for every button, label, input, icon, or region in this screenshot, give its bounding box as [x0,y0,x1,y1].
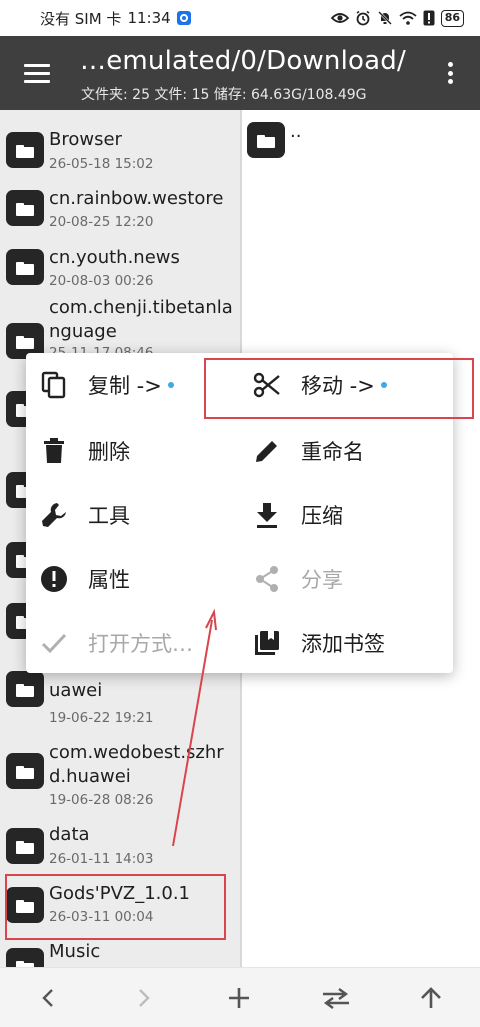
pencil-icon [251,435,283,467]
folder-icon [6,948,44,967]
check-icon [38,627,70,659]
menu-label: 复制 -> [88,374,162,398]
menu-label: 重命名 [301,440,364,464]
wrench-icon [38,499,70,531]
menu-label: 分享 [301,568,343,592]
menu-item-rename[interactable]: 重命名 [251,419,364,483]
share-icon [251,563,283,595]
file-list-item[interactable]: Music [0,936,240,967]
file-list-item[interactable]: Browser 26-05-18 15:02 [0,120,240,176]
selected-item-highlight [5,874,226,940]
menu-item-open-with[interactable]: 打开方式… [38,611,193,675]
file-name: cn.youth.news [49,247,180,268]
file-list-item[interactable]: com.wedobest.szhrd.huawei 19-06-28 08:26 [0,738,240,812]
status-bar: 没有 SIM 卡 11:34 86 [0,0,480,36]
file-name: com.wedobest.szhrd.huawei [49,742,224,787]
menu-label: 属性 [88,568,130,592]
folder-icon [6,671,44,707]
menu-item-tools[interactable]: 工具 [38,483,130,547]
menu-icon[interactable] [24,64,50,84]
parent-folder-item[interactable]: .. [246,120,476,164]
download-icon [251,499,283,531]
file-date: 20-08-03 00:26 [49,273,154,289]
info-alert-icon [38,563,70,595]
trash-icon [38,435,70,467]
app-bar: …emulated/0/Download/ 文件夹: 25 文件: 15 储存:… [0,36,480,110]
menu-item-share[interactable]: 分享 [251,547,343,611]
battery-indicator: 86 [440,9,464,27]
file-date: 26-05-18 15:02 [49,156,154,172]
swap-icon[interactable] [318,980,354,1016]
folder-icon [6,190,44,226]
file-name: .. [290,121,302,142]
carrier-text: 没有 SIM 卡 [40,9,122,28]
storage-summary: 文件夹: 25 文件: 15 储存: 64.63G/108.49G [81,87,367,103]
path-title: …emulated/0/Download/ [80,46,406,76]
mute-bell-icon [377,11,392,25]
file-list-item[interactable]: cn.rainbow.westore 20-08-25 12:20 [0,178,240,234]
menu-label: 打开方式… [88,632,193,656]
alarm-icon [356,10,370,26]
file-date: 26-01-11 14:03 [49,851,154,867]
folder-icon [6,132,44,168]
eye-icon [330,13,349,23]
file-name: data [49,824,90,845]
file-list-item[interactable]: cn.youth.news 20-08-03 00:26 [0,237,240,293]
file-date: 19-06-28 08:26 [49,792,154,808]
alert-icon [423,10,435,26]
menu-label: 压缩 [301,504,343,528]
file-list-item[interactable]: data 26-01-11 14:03 [0,818,240,874]
more-options-icon[interactable] [448,62,454,84]
file-date: 20-08-25 12:20 [49,214,154,230]
bookmarks-icon [251,627,283,659]
add-icon[interactable] [221,980,257,1016]
submenu-dot [167,382,174,388]
file-name: cn.rainbow.westore [49,188,224,209]
up-icon[interactable] [413,980,449,1016]
file-name: Browser [49,129,122,150]
folder-icon [6,753,44,789]
file-name: com.chenji.tibetanlanguage [49,297,233,342]
menu-label: 添加书签 [301,632,385,656]
forward-icon[interactable] [126,980,162,1016]
menu-item-add-bookmark[interactable]: 添加书签 [251,611,385,675]
menu-label: 删除 [88,440,130,464]
folder-icon [247,122,285,158]
folder-icon [6,828,44,864]
menu-item-delete[interactable]: 删除 [38,419,130,483]
file-name: Music [49,941,101,962]
menu-item-compress[interactable]: 压缩 [251,483,343,547]
wifi-icon [399,11,417,25]
menu-item-properties[interactable]: 属性 [38,547,130,611]
clock: 11:34 [127,9,171,27]
folder-icon [6,249,44,285]
app-notification-icon [176,11,191,25]
menu-item-copy[interactable]: 复制 -> [38,353,174,417]
back-icon[interactable] [30,980,66,1016]
file-date: 19-06-22 19:21 [49,710,154,726]
move-option-highlight [204,358,474,419]
bottom-toolbar [0,967,480,1027]
menu-label: 工具 [88,504,130,528]
copy-icon [38,369,70,401]
